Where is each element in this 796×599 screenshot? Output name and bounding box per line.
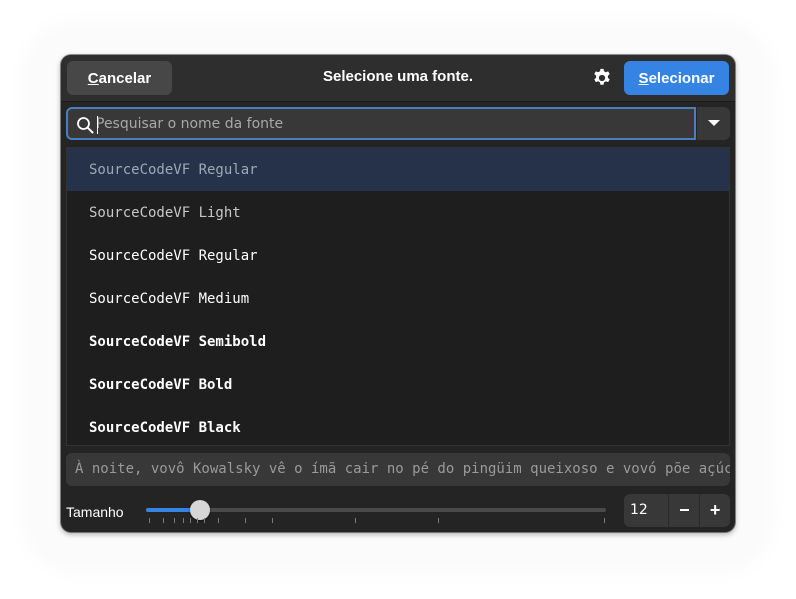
slider-tick bbox=[272, 518, 273, 523]
slider-tick bbox=[438, 518, 439, 523]
font-list: SourceCodeVF Regular SourceCodeVF Light So… bbox=[66, 147, 730, 446]
size-label: Tamanho bbox=[66, 504, 124, 520]
slider-track bbox=[146, 508, 606, 512]
slider-tick bbox=[218, 518, 219, 523]
slider-tick bbox=[355, 518, 356, 523]
font-name: SourceCodeVF Regular bbox=[89, 247, 258, 264]
slider-tick bbox=[149, 518, 150, 523]
font-list-item[interactable]: SourceCodeVF Regular bbox=[67, 234, 729, 277]
font-name: SourceCodeVF Semibold bbox=[89, 333, 267, 350]
chevron-down-icon bbox=[707, 119, 720, 126]
size-spin-button: 12 − + bbox=[624, 494, 730, 527]
size-slider[interactable] bbox=[146, 495, 606, 525]
cancel-button[interactable]: Cancelar bbox=[67, 61, 172, 95]
slider-tick bbox=[174, 518, 175, 523]
slider-tick bbox=[190, 518, 191, 523]
font-name: SourceCodeVF Bold bbox=[89, 376, 233, 393]
gear-icon[interactable] bbox=[591, 67, 613, 89]
font-chooser-dialog: Cancelar Selecione uma fonte. Selecionar bbox=[61, 55, 735, 532]
font-list-item[interactable]: SourceCodeVF Regular bbox=[67, 148, 729, 191]
slider-tick bbox=[204, 518, 205, 523]
search-box[interactable] bbox=[66, 107, 696, 140]
cancel-label: ancelar bbox=[98, 69, 152, 87]
font-list-item[interactable]: SourceCodeVF Black bbox=[67, 406, 729, 445]
select-mnemonic: S bbox=[638, 69, 649, 87]
text-cursor bbox=[97, 116, 98, 134]
slider-tick bbox=[163, 518, 164, 523]
font-list-item[interactable]: SourceCodeVF Medium bbox=[67, 277, 729, 320]
preview-text: À noite, vovô Kowalsky vê o ímã cair no … bbox=[75, 461, 730, 477]
increase-size-button[interactable]: + bbox=[699, 494, 730, 527]
font-list-item[interactable]: SourceCodeVF Semibold bbox=[67, 320, 729, 363]
font-name: SourceCodeVF Black bbox=[89, 419, 241, 436]
font-list-item[interactable]: SourceCodeVF Bold bbox=[67, 363, 729, 406]
font-list-item[interactable]: SourceCodeVF Light bbox=[67, 191, 729, 234]
filter-dropdown-button[interactable] bbox=[697, 107, 730, 140]
decrease-size-button[interactable]: − bbox=[668, 494, 699, 527]
search-row bbox=[66, 107, 730, 141]
slider-tick bbox=[197, 518, 198, 523]
preview-text-field[interactable]: À noite, vovô Kowalsky vê o ímã cair no … bbox=[66, 453, 730, 486]
slider-handle[interactable] bbox=[190, 500, 210, 520]
cancel-mnemonic: C bbox=[87, 69, 99, 87]
search-input[interactable] bbox=[96, 113, 686, 135]
select-button[interactable]: Selecionar bbox=[624, 61, 729, 95]
size-value[interactable]: 12 bbox=[624, 494, 668, 527]
font-name: SourceCodeVF Light bbox=[89, 204, 241, 221]
slider-tick bbox=[604, 518, 605, 523]
search-icon bbox=[77, 117, 94, 134]
font-name: SourceCodeVF Medium bbox=[89, 290, 250, 307]
slider-tick bbox=[245, 518, 246, 523]
slider-tick bbox=[183, 518, 184, 523]
dialog-title: Selecione uma fonte. bbox=[322, 68, 474, 85]
select-label: elecionar bbox=[648, 69, 715, 87]
header-bar: Cancelar Selecione uma fonte. Selecionar bbox=[61, 55, 735, 102]
font-name: SourceCodeVF Regular bbox=[89, 161, 258, 178]
